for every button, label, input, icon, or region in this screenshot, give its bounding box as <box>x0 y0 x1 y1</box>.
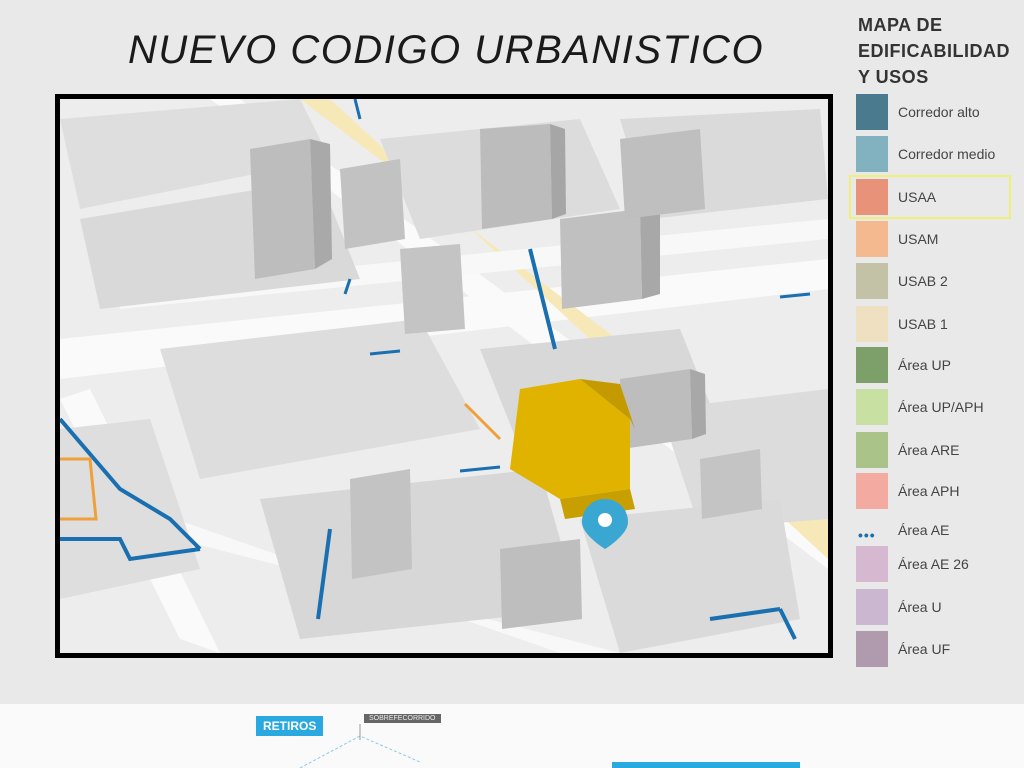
swatch-area-up <box>856 347 888 383</box>
legend-label: Área UP <box>898 357 951 373</box>
legend-item-area-aph[interactable]: Área APH <box>856 473 1016 509</box>
legend-label: Corredor medio <box>898 146 996 162</box>
swatch-usab-1 <box>856 306 888 342</box>
small-tag: SOBREFECORRIDO <box>364 714 441 723</box>
retiros-badge: RETIROS <box>256 716 324 736</box>
legend-label: Área U <box>898 599 942 615</box>
swatch-corredor-alto <box>856 94 888 130</box>
swatch-corredor-medio <box>856 136 888 172</box>
legend-item-area-u[interactable]: Área U <box>856 589 1016 625</box>
legend-label: Área ARE <box>898 442 960 458</box>
swatch-area-u <box>856 589 888 625</box>
legend-title-line-3: Y USOS <box>858 67 929 87</box>
legend-item-corredor-medio[interactable]: Corredor medio <box>856 136 1016 172</box>
legend-label: Área APH <box>898 483 960 499</box>
legend-item-area-up-aph[interactable]: Área UP/APH <box>856 389 1016 425</box>
legend-item-usab-1[interactable]: USAB 1 <box>856 306 1016 342</box>
legend-item-corredor-alto[interactable]: Corredor alto <box>856 94 1016 130</box>
legend-title-line-1: MAPA DE <box>858 15 943 35</box>
map-view[interactable] <box>60 99 828 653</box>
swatch-area-aph <box>856 473 888 509</box>
bottom-panel <box>0 704 1024 768</box>
legend-item-usab-2[interactable]: USAB 2 <box>856 263 1016 299</box>
swatch-usab-2 <box>856 263 888 299</box>
legend-item-area-ae[interactable]: ••• Área AE <box>856 512 1016 548</box>
legend-label: Área UP/APH <box>898 399 984 415</box>
legend-label: Área AE 26 <box>898 556 969 572</box>
legend-label: USAM <box>898 231 939 247</box>
legend-item-area-up[interactable]: Área UP <box>856 347 1016 383</box>
legend-item-area-uf[interactable]: Área UF <box>856 631 1016 667</box>
legend-title-line-2: EDIFICABILIDAD <box>858 41 1010 61</box>
legend-label: USAB 2 <box>898 273 948 289</box>
swatch-area-uf <box>856 631 888 667</box>
legend-label: USAB 1 <box>898 316 948 332</box>
legend-item-area-are[interactable]: Área ARE <box>856 432 1016 468</box>
page-title: NUEVO CODIGO URBANISTICO <box>128 28 765 72</box>
map-3d-illustration <box>60 99 828 653</box>
swatch-usam <box>856 221 888 257</box>
dotted-line-icon: ••• <box>858 527 876 543</box>
map-frame <box>55 94 833 658</box>
legend-label: Área UF <box>898 641 951 657</box>
legend-item-area-ae-26[interactable]: Área AE 26 <box>856 546 1016 582</box>
legend-item-usam[interactable]: USAM <box>856 221 1016 257</box>
blue-bar <box>612 762 800 768</box>
bottom-diagram <box>299 724 421 768</box>
swatch-area-ae-26 <box>856 546 888 582</box>
swatch-usaa <box>856 179 888 215</box>
legend-title: MAPA DE EDIFICABILIDAD Y USOS <box>858 12 1010 90</box>
legend-label: Área AE <box>898 522 950 538</box>
legend-label: Corredor alto <box>898 104 980 120</box>
swatch-area-up-aph <box>856 389 888 425</box>
swatch-area-are <box>856 432 888 468</box>
legend-label: USAA <box>898 189 937 205</box>
legend-item-usaa[interactable]: USAA <box>856 179 1016 215</box>
